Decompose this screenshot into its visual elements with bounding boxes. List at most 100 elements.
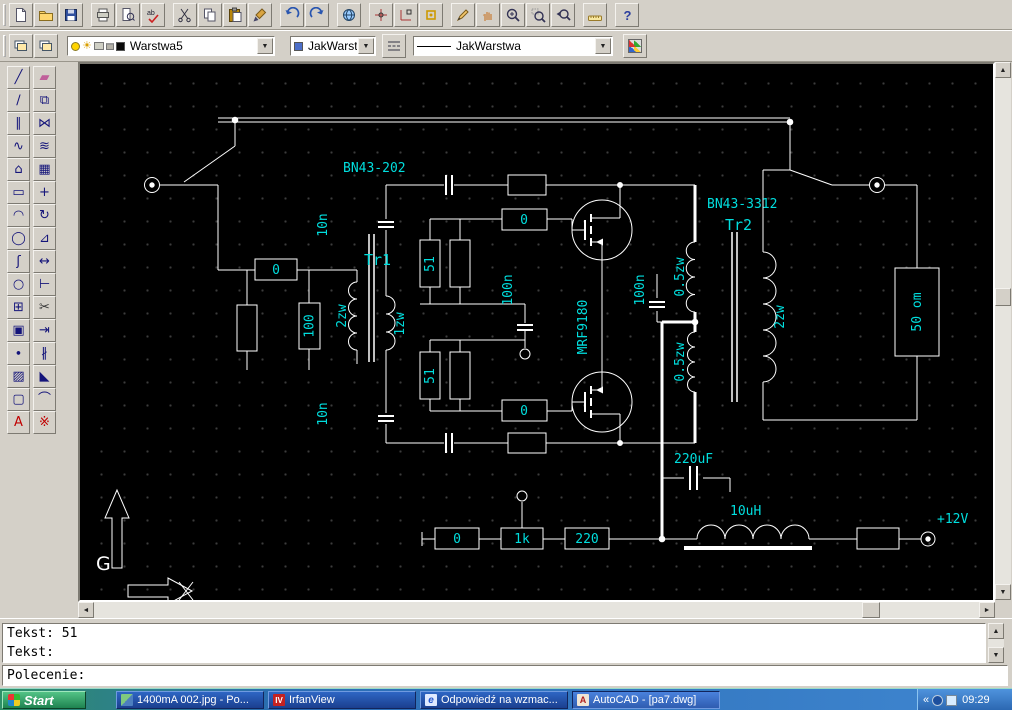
multiline-text-tool[interactable]: A <box>7 411 30 434</box>
scroll-right-button[interactable]: ► <box>979 602 995 618</box>
redraw-button[interactable] <box>451 2 475 27</box>
paste-button[interactable] <box>223 2 247 27</box>
insert-block-tool[interactable]: ⊞ <box>7 296 30 319</box>
arc-tool[interactable]: ◠ <box>7 204 30 227</box>
layer-states-button[interactable] <box>34 34 58 58</box>
offset-tool[interactable]: ≋ <box>33 135 56 158</box>
move-tool[interactable]: + <box>33 181 56 204</box>
drawing-canvas[interactable]: BN43-202 Tr1 BN43-3312 Tr2 MRF9180 0 100… <box>80 64 993 600</box>
standard-toolbar <box>0 0 1012 30</box>
color-combo-arrow[interactable]: ▼ <box>358 38 374 54</box>
break-tool[interactable]: ∦ <box>33 342 56 365</box>
scroll-left-button[interactable]: ◄ <box>78 602 94 618</box>
tray-volume-icon[interactable] <box>946 694 958 706</box>
object-snap-button[interactable] <box>419 2 443 27</box>
distance-button[interactable] <box>583 2 607 27</box>
linetype-combo-arrow[interactable]: ▼ <box>595 38 611 54</box>
scale-tool[interactable]: ⊿ <box>33 227 56 250</box>
chamfer-tool[interactable]: ◣ <box>33 365 56 388</box>
taskbar-item-autocad[interactable]: A AutoCAD - [pa7.dwg] <box>572 691 720 709</box>
make-block-tool[interactable]: ▣ <box>7 319 30 342</box>
polygon-tool[interactable]: ⌂ <box>7 158 30 181</box>
multiline-tool[interactable]: ∥ <box>7 112 30 135</box>
layer-plot-icon[interactable] <box>93 42 104 50</box>
copy-button[interactable] <box>198 2 222 27</box>
command-prompt[interactable]: Polecenie: <box>2 665 1008 686</box>
lengthen-tool[interactable]: ⊢ <box>33 273 56 296</box>
print-button[interactable] <box>91 2 115 27</box>
start-button[interactable]: Start <box>2 691 86 709</box>
layers-icon <box>38 38 54 54</box>
scroll-up-button[interactable]: ▲ <box>995 62 1011 78</box>
print-preview-button[interactable] <box>116 2 140 27</box>
insert-hyperlink-button[interactable] <box>337 2 361 27</box>
construction-line-tool[interactable]: ∕ <box>7 89 30 112</box>
layer-on-icon[interactable] <box>71 41 80 51</box>
canvas-vertical-scrollbar[interactable]: ▲ ▼ <box>995 62 1011 600</box>
taskbar-item-browser[interactable]: e Odpowiedź na wzmac... <box>420 691 568 709</box>
erase-tool[interactable]: ▰ <box>33 66 56 89</box>
spelling-button[interactable] <box>141 2 165 27</box>
taskbar-item-image-viewer[interactable]: 1400mA 002.jpg - Po... <box>116 691 264 709</box>
array-tool[interactable]: ▦ <box>33 158 56 181</box>
command-scroll-down-button[interactable]: ▼ <box>988 647 1004 663</box>
rotate-tool[interactable]: ↻ <box>33 204 56 227</box>
toolbar-grip[interactable] <box>3 35 6 57</box>
tray-network-icon[interactable] <box>932 694 944 706</box>
command-history[interactable]: Tekst: 51 Tekst: <box>2 623 986 663</box>
toolbar-grip[interactable] <box>3 3 6 26</box>
new-button[interactable] <box>9 2 33 27</box>
mirror-tool[interactable]: ⋈ <box>33 112 56 135</box>
canvas-horizontal-scrollbar[interactable]: ◄ ► <box>78 602 995 618</box>
spline-tool[interactable]: ʃ <box>7 250 30 273</box>
stretch-tool[interactable]: ↔ <box>33 250 56 273</box>
command-history-line: Tekst: 51 <box>7 626 78 641</box>
linetype-dialog-button[interactable] <box>382 34 406 58</box>
cut-button[interactable] <box>173 2 197 27</box>
match-properties-button[interactable] <box>248 2 272 27</box>
rectangle-tool[interactable]: ▭ <box>7 181 30 204</box>
taskbar-item-irfanview[interactable]: IV IrfanView <box>268 691 416 709</box>
save-button[interactable] <box>59 2 83 27</box>
circle-tool[interactable]: ◯ <box>7 227 30 250</box>
open-button[interactable] <box>34 2 58 27</box>
command-scroll-up-button[interactable]: ▲ <box>988 623 1004 639</box>
pan-realtime-button[interactable] <box>476 2 500 27</box>
vertical-scroll-thumb[interactable] <box>995 288 1011 306</box>
layer-freeze-icon[interactable]: ☀ <box>82 40 92 52</box>
linetype-combo[interactable]: JakWarstwa ▼ <box>413 36 613 56</box>
ellipse-tool[interactable]: ○ <box>7 273 30 296</box>
color-combo[interactable]: JakWarstwa ▼ <box>290 36 376 56</box>
temporary-tracking-button[interactable] <box>369 2 393 27</box>
svg-text:0.5zw: 0.5zw <box>673 257 688 296</box>
polyline-tool[interactable]: ∿ <box>7 135 30 158</box>
redo-button[interactable] <box>305 2 329 27</box>
line-tool[interactable]: ╱ <box>7 66 30 89</box>
properties-button[interactable] <box>623 34 647 58</box>
layer-lock-icon[interactable] <box>105 42 114 50</box>
point-tool[interactable]: ∙ <box>7 342 30 365</box>
layers-dialog-button[interactable] <box>9 34 33 58</box>
scroll-down-button[interactable]: ▼ <box>995 584 1011 600</box>
zoom-window-button[interactable] <box>526 2 550 27</box>
hatch-tool[interactable]: ▨ <box>7 365 30 388</box>
explode-tool[interactable]: ※ <box>33 411 56 434</box>
trim-tool[interactable]: ✂ <box>33 296 56 319</box>
horizontal-scroll-thumb[interactable] <box>862 602 880 618</box>
help-button[interactable] <box>615 2 639 27</box>
zoom-realtime-button[interactable] <box>501 2 525 27</box>
command-scrollbar[interactable]: ▲ ▼ <box>988 623 1004 663</box>
layer-combo-arrow[interactable]: ▼ <box>257 38 273 54</box>
region-tool[interactable]: ▢ <box>7 388 30 411</box>
windows-taskbar: Start 1400mA 002.jpg - Po... IV IrfanVie… <box>0 688 1012 710</box>
copy-object-tool[interactable]: ⧉ <box>33 89 56 112</box>
zoom-previous-button[interactable] <box>551 2 575 27</box>
extend-tool[interactable]: ⇥ <box>33 319 56 342</box>
layer-combo[interactable]: ☀ Warstwa5 ▼ <box>67 36 275 56</box>
undo-button[interactable] <box>280 2 304 27</box>
fillet-tool[interactable]: ⌒ <box>33 388 56 411</box>
snap-from-button[interactable] <box>394 2 418 27</box>
properties-icon <box>628 39 642 53</box>
tray-expand-icon[interactable]: « <box>923 694 929 706</box>
layers-icon <box>13 38 29 54</box>
